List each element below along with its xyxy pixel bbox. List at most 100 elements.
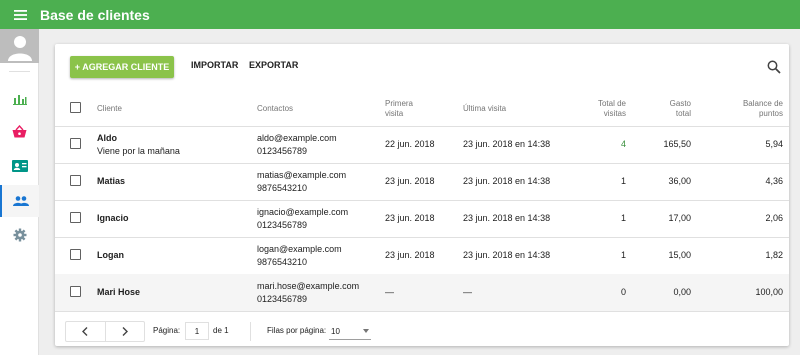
total-visits-cell: 4: [620, 139, 626, 150]
sidebar-item-customers[interactable]: [0, 185, 39, 217]
client-phone: 0123456789: [257, 219, 308, 230]
contact-card-icon: [11, 160, 28, 172]
search-icon: [767, 60, 781, 74]
basket-icon: [12, 124, 27, 137]
client-email: ignacio@example.com: [257, 206, 349, 217]
client-phone: 9876543210: [257, 256, 308, 267]
table-row[interactable]: Matias matias@example.com 9876543210 23 …: [55, 163, 789, 200]
total-spend-cell: 165,50: [663, 139, 691, 150]
import-button[interactable]: IMPORTAR: [191, 60, 238, 70]
last-visit-cell: 23 jun. 2018 en 14:38: [463, 139, 551, 150]
contacts-cell: matias@example.com 9876543210: [257, 163, 346, 200]
page-title: Base de clientes: [40, 6, 150, 23]
avatar[interactable]: [0, 29, 39, 63]
contacts-cell: ignacio@example.com 0123456789: [257, 200, 348, 237]
search-button[interactable]: [767, 60, 781, 74]
column-header-total-spend[interactable]: Gasto total: [645, 92, 691, 126]
total-visits-cell: 0: [620, 287, 626, 298]
client-name: Aldo: [97, 132, 117, 143]
customer-list-card: + AGREGAR CLIENTE IMPORTAR EXPORTAR Clie…: [55, 44, 789, 346]
row-divider: [55, 311, 789, 312]
first-visit-cell: 22 jun. 2018: [385, 139, 435, 150]
first-visit-cell: 23 jun. 2018: [385, 250, 435, 261]
sidebar-item-sales[interactable]: [0, 115, 39, 147]
column-header-points-balance[interactable]: Balance de puntos: [715, 92, 783, 126]
table-row[interactable]: Aldo Viene por la mañana aldo@example.co…: [55, 126, 789, 163]
client-name: Logan: [97, 250, 124, 261]
client-phone: 9876543210: [257, 182, 308, 193]
client-name: Ignacio: [97, 213, 129, 224]
row-checkbox[interactable]: [70, 212, 81, 223]
last-visit-cell: —: [463, 287, 472, 298]
column-header-last-visit[interactable]: Última visita: [463, 92, 506, 126]
sidebar: [0, 29, 39, 355]
points-balance-cell: 4,36: [765, 176, 783, 187]
sidebar-item-settings[interactable]: [0, 219, 39, 251]
menu-icon: [13, 9, 27, 20]
total-visits-cell: 1: [620, 250, 626, 261]
contacts-cell: mari.hose@example.com 0123456789: [257, 274, 359, 311]
bar-chart-icon: [12, 95, 27, 105]
last-visit-cell: 23 jun. 2018 en 14:38: [463, 176, 551, 187]
rows-per-page-select[interactable]: 10: [329, 323, 371, 340]
total-visits-cell: 1: [620, 213, 626, 224]
user-avatar-icon: [7, 36, 32, 61]
sidebar-item-reports[interactable]: [0, 83, 39, 115]
table-row[interactable]: Logan logan@example.com 9876543210 23 ju…: [55, 237, 789, 274]
dropdown-arrow-icon: [363, 329, 369, 333]
contacts-cell: aldo@example.com 0123456789: [257, 126, 337, 163]
points-balance-cell: 100,00: [755, 287, 783, 298]
previous-page-button[interactable]: [66, 322, 105, 341]
last-visit-cell: 23 jun. 2018 en 14:38: [463, 213, 551, 224]
table-row[interactable]: Ignacio ignacio@example.com 0123456789 2…: [55, 200, 789, 237]
client-note: Viene por la mañana: [97, 145, 180, 156]
page-label: Página:: [153, 326, 181, 335]
row-checkbox[interactable]: [70, 249, 81, 260]
rows-per-page-value: 10: [331, 326, 340, 336]
select-all-checkbox[interactable]: [70, 102, 81, 113]
column-header-contacts[interactable]: Contactos: [257, 92, 293, 126]
menu-button[interactable]: [0, 0, 40, 29]
people-icon: [12, 196, 29, 206]
client-name: Mari Hose: [97, 287, 141, 298]
settings-icon: [13, 228, 26, 242]
contacts-cell: logan@example.com 9876543210: [257, 237, 342, 274]
last-visit-cell: 23 jun. 2018 en 14:38: [463, 250, 551, 261]
table-row[interactable]: Mari Hose mari.hose@example.com 01234567…: [55, 274, 789, 311]
total-spend-cell: 0,00: [673, 287, 691, 298]
total-spend-cell: 17,00: [668, 213, 691, 224]
pager: [65, 321, 145, 342]
points-balance-cell: 2,06: [765, 213, 783, 224]
client-phone: 0123456789: [257, 145, 308, 156]
row-checkbox[interactable]: [70, 175, 81, 186]
client-phone: 0123456789: [257, 293, 308, 304]
next-page-button[interactable]: [105, 322, 144, 341]
total-spend-cell: 15,00: [668, 250, 691, 261]
export-button[interactable]: EXPORTAR: [249, 60, 298, 70]
chevron-right-icon: [122, 327, 128, 336]
first-visit-cell: 23 jun. 2018: [385, 213, 435, 224]
client-name: Matias: [97, 176, 126, 187]
column-header-total-visits[interactable]: Total de visitas: [575, 92, 626, 126]
app-bar: Base de clientes: [0, 0, 800, 29]
points-balance-cell: 1,82: [765, 250, 783, 261]
first-visit-cell: 23 jun. 2018: [385, 176, 435, 187]
chevron-left-icon: [82, 327, 88, 336]
row-checkbox[interactable]: [70, 286, 81, 297]
page-count-label: de 1: [213, 326, 229, 335]
points-balance-cell: 5,94: [765, 139, 783, 150]
column-header-client[interactable]: Cliente: [97, 92, 122, 126]
rows-per-page-label: Filas por página:: [267, 326, 327, 335]
page-number-input[interactable]: [185, 322, 209, 340]
first-visit-cell: —: [385, 287, 394, 298]
add-customer-button[interactable]: + AGREGAR CLIENTE: [70, 56, 174, 78]
row-checkbox[interactable]: [70, 138, 81, 149]
sidebar-divider: [9, 71, 30, 72]
sidebar-item-loyalty[interactable]: [0, 150, 39, 182]
client-email: mari.hose@example.com: [257, 280, 360, 291]
client-email: logan@example.com: [257, 243, 342, 254]
client-email: aldo@example.com: [257, 132, 337, 143]
total-spend-cell: 36,00: [668, 176, 691, 187]
client-cell: Aldo Viene por la mañana: [97, 126, 180, 163]
column-header-first-visit[interactable]: Primera visita: [385, 92, 413, 126]
